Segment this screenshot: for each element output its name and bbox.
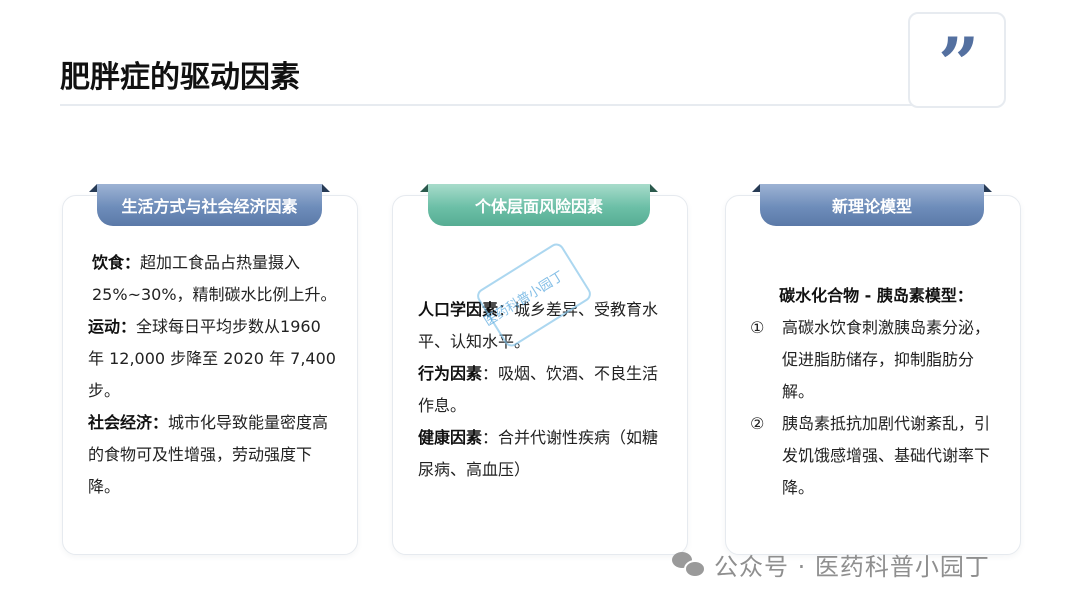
card-lifestyle-content: 饮食：超加工食品占热量摄入25%~30%，精制碳水比例上升。 运动：全球每日平均… (88, 247, 338, 503)
item-exercise: 运动：全球每日平均步数从1960 年 12,000 步降至 2020 年 7,4… (88, 311, 338, 407)
item-socioeconomic-key: 社会经济： (88, 413, 169, 432)
model-heading: 碳水化合物 - 胰岛素模型： (779, 286, 973, 305)
model-point-1-text: 高碳水饮食刺激胰岛素分泌，促进脂肪储存，抑制脂肪分解。 (782, 318, 991, 401)
item-behavior: 行为因素：吸烟、饮酒、不良生活作息。 (418, 358, 662, 422)
item-health: 健康因素：合并代谢性疾病（如糖尿病、高血压） (418, 422, 662, 486)
item-diet-sep: ： (124, 253, 141, 272)
tab-individual: 个体层面风险因素 (420, 184, 658, 226)
item-exercise-sep: ： (120, 317, 137, 336)
account-watermark-text: 公众号 · 医药科普小园丁 (714, 552, 990, 581)
item-health-sep: ： (482, 428, 499, 447)
page-title: 肥胖症的驱动因素 (60, 60, 300, 95)
item-socioeconomic: 社会经济：城市化导致能量密度高的食物可及性增强，劳动强度下降。 (88, 407, 338, 503)
account-watermark: 公众号 · 医药科普小园丁 (672, 547, 990, 581)
item-health-key: 健康因素 (418, 428, 483, 447)
model-point-2-text: 胰岛素抵抗加剧代谢紊乱，引发饥饿感增强、基础代谢率下降。 (782, 414, 991, 497)
model-point-2-num: ② (750, 414, 765, 433)
model-point-1-num: ① (750, 318, 765, 337)
quote-icon: ” (938, 21, 980, 106)
item-diet: 饮食：超加工食品占热量摄入25%~30%，精制碳水比例上升。 (88, 247, 338, 311)
model-point-2: ② 胰岛素抵抗加剧代谢紊乱，引发饥饿感增强、基础代谢率下降。 (750, 408, 1002, 504)
model-point-1: ① 高碳水饮食刺激胰岛素分泌，促进脂肪储存，抑制脂肪分解。 (750, 312, 1002, 408)
item-behavior-key: 行为因素 (418, 364, 483, 383)
tab-lifestyle: 生活方式与社会经济因素 (89, 184, 330, 226)
tab-model: 新理论模型 (752, 184, 992, 226)
card-model-content: 碳水化合物 - 胰岛素模型： ① 高碳水饮食刺激胰岛素分泌，促进脂肪储存，抑制脂… (750, 280, 1002, 504)
wechat-icon (672, 550, 706, 578)
item-behavior-sep: ： (482, 364, 499, 383)
item-exercise-key: 运动 (88, 317, 121, 336)
item-diet-key: 饮食 (92, 253, 125, 272)
